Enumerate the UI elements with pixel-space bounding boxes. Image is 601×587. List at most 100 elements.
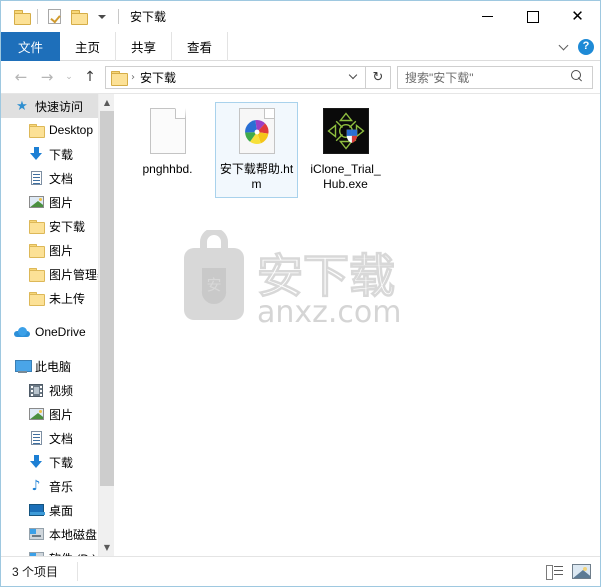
documents-icon — [28, 170, 44, 186]
explorer-body: ★快速访问Desktop📌下载📌文档📌图片📌安下载图片图片管理器未上传OneDr… — [1, 93, 600, 556]
sidebar-item-label: 未上传 — [49, 291, 86, 306]
desktop-icon — [28, 502, 45, 518]
pictures-icon — [28, 194, 44, 210]
documents-icon — [28, 430, 44, 446]
quick-access-toolbar: 安下载 — [1, 1, 166, 32]
scrollbar-thumb[interactable] — [100, 111, 114, 486]
sidebar-item-label: OneDrive — [35, 325, 86, 339]
tab-share[interactable]: 共享 — [116, 32, 173, 61]
qat-folder-button[interactable] — [9, 5, 33, 29]
svg-text:安: 安 — [206, 276, 221, 294]
tab-home[interactable]: 主页 — [60, 32, 117, 61]
large-icons-view-icon[interactable] — [572, 564, 591, 579]
cloud-icon — [14, 324, 30, 340]
qat-customize-button[interactable] — [90, 5, 114, 29]
file-explorer-window: 安下载 ✕ 文件 主页 共享 查看 ? ← → ⌄ ↑ › 安下载 ↻ 搜索"安… — [0, 0, 601, 587]
toolbar-divider-2 — [118, 9, 119, 24]
address-bar: ← → ⌄ ↑ › 安下载 ↻ 搜索"安下载" — [1, 61, 600, 93]
status-bar: 3 个项目 — [1, 556, 600, 585]
search-placeholder: 搜索"安下载" — [405, 70, 474, 85]
sidebar-item-label: 下载 — [49, 147, 74, 162]
sidebar-item-label: 桌面 — [49, 503, 74, 518]
sidebar-item-label: 音乐 — [49, 479, 74, 494]
folder-icon — [13, 10, 31, 25]
folder-icon — [28, 266, 45, 282]
window-title: 安下载 — [130, 10, 167, 24]
window-controls: ✕ — [465, 1, 600, 32]
file-item[interactable]: iClone_Trial_Hub.exe — [304, 102, 387, 198]
folder-icon — [28, 218, 45, 234]
folder-icon — [111, 70, 128, 86]
sidebar-item-label: 文档 — [49, 431, 74, 446]
watermark: 安 安下载 anxz.com — [172, 228, 412, 330]
computer-icon — [14, 358, 32, 374]
blank-document-icon — [144, 107, 192, 155]
file-item[interactable]: 安下载帮助.htm — [215, 102, 298, 198]
minimize-button[interactable] — [465, 1, 510, 32]
download-icon — [28, 146, 44, 162]
file-name-label: iClone_Trial_Hub.exe — [310, 162, 381, 191]
sidebar-item-label: 快速访问 — [35, 99, 84, 114]
sidebar-item-label: Desktop — [49, 123, 94, 137]
sidebar-item-label: 此电脑 — [35, 359, 72, 374]
sidebar-item-label: 文档 — [49, 171, 74, 186]
recent-locations-button[interactable]: ⌄ — [60, 64, 78, 90]
qat-new-folder-button[interactable] — [66, 5, 90, 29]
svg-text:anxz.com: anxz.com — [257, 295, 402, 330]
scroll-down-button[interactable]: ▼ — [99, 539, 114, 556]
search-input[interactable]: 搜索"安下载" — [397, 65, 593, 89]
details-view-icon[interactable] — [546, 564, 564, 580]
tab-view[interactable]: 查看 — [172, 32, 229, 61]
breadcrumb-separator: › — [131, 71, 135, 83]
sidebar-item-label: 下载 — [49, 455, 74, 470]
title-bar: 安下载 ✕ — [1, 1, 600, 32]
close-icon: ✕ — [571, 7, 584, 25]
close-button[interactable]: ✕ — [555, 1, 600, 32]
file-name-label: pnghhbd. — [142, 162, 193, 176]
file-grid: pnghhbd. 安下载帮助.htm iClone_Trial_Hub.exe — [114, 94, 600, 198]
download-icon — [28, 454, 44, 470]
status-divider — [77, 562, 78, 581]
drive-icon — [28, 526, 44, 542]
forward-button[interactable]: → — [34, 64, 60, 90]
file-item[interactable]: pnghhbd. — [126, 102, 209, 198]
ribbon-right-controls: ? — [560, 32, 594, 61]
svg-text:安下载: 安下载 — [257, 249, 395, 303]
sidebar-item-label: 图片 — [49, 243, 74, 258]
breadcrumb[interactable]: › 安下载 — [105, 65, 366, 89]
file-name-label: 安下载帮助.htm — [219, 162, 294, 191]
sidebar-item-label: 安下载 — [49, 219, 86, 234]
folder-icon — [28, 242, 45, 258]
music-icon: ♪ — [31, 478, 41, 494]
back-button[interactable]: ← — [8, 64, 34, 90]
html-document-icon — [233, 107, 281, 155]
search-icon[interactable] — [571, 70, 584, 83]
star-icon: ★ — [16, 98, 28, 114]
tab-file[interactable]: 文件 — [1, 32, 61, 61]
new-folder-icon — [70, 10, 88, 25]
chevron-down-icon[interactable] — [560, 42, 569, 51]
sidebar-item-label: 图片 — [49, 407, 74, 422]
ribbon-tab-bar: 文件 主页 共享 查看 ? — [1, 32, 600, 61]
file-list-pane[interactable]: pnghhbd. 安下载帮助.htm iClone_Trial_Hub.exe 安 … — [114, 94, 600, 556]
breadcrumb-item-label[interactable]: 安下载 — [140, 69, 176, 86]
maximize-button[interactable] — [510, 1, 555, 32]
item-count-label: 3 个项目 — [12, 564, 59, 579]
view-toggle-group — [546, 557, 591, 586]
sidebar-scrollbar[interactable]: ▲ ▼ — [98, 94, 114, 556]
sidebar-item-label: 视频 — [49, 383, 74, 398]
chevron-down-icon — [98, 14, 106, 19]
video-icon — [28, 382, 44, 398]
sidebar-item-label: 图片 — [49, 195, 74, 210]
pictures-icon — [28, 406, 44, 422]
up-button[interactable]: ↑ — [78, 64, 102, 90]
navigation-pane: ★快速访问Desktop📌下载📌文档📌图片📌安下载图片图片管理器未上传OneDr… — [1, 94, 114, 556]
qat-properties-button[interactable] — [42, 5, 66, 29]
folder-icon — [28, 290, 45, 306]
refresh-button[interactable]: ↻ — [366, 65, 391, 89]
toolbar-divider — [37, 9, 38, 24]
chevron-down-icon[interactable] — [350, 72, 357, 79]
scroll-up-button[interactable]: ▲ — [99, 94, 114, 111]
help-button[interactable]: ? — [578, 38, 594, 55]
iclone-executable-icon — [322, 107, 370, 155]
